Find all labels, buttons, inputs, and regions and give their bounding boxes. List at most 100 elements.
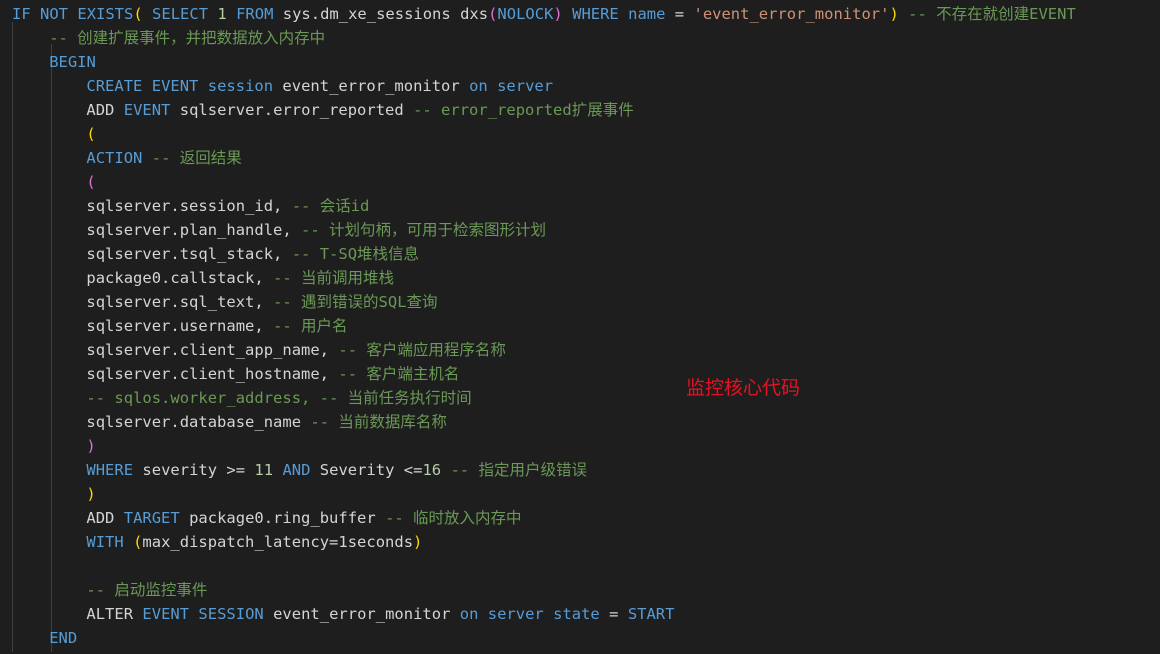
code-token-op bbox=[227, 5, 236, 23]
code-token-cmt: -- 遇到错误的SQL查询 bbox=[273, 293, 438, 311]
code-token-cmt: -- 当前数据库名称 bbox=[310, 413, 447, 431]
code-token-op bbox=[114, 509, 123, 527]
code-line[interactable]: sqlserver.username, -- 用户名 bbox=[0, 314, 1160, 338]
code-token-kw: AND bbox=[282, 461, 311, 479]
code-token-id: package0.callstack, bbox=[86, 269, 264, 287]
code-token-op bbox=[329, 365, 338, 383]
code-token-kw: state bbox=[553, 605, 600, 623]
code-token-op bbox=[488, 77, 497, 95]
code-token-op bbox=[133, 605, 142, 623]
code-token-kw: FROM bbox=[236, 5, 274, 23]
code-token-op bbox=[264, 293, 273, 311]
code-token-num: 11 bbox=[254, 461, 274, 479]
code-token-num: 16 bbox=[422, 461, 442, 479]
code-token-id: sqlserver.error_reported bbox=[179, 101, 404, 119]
code-token-cmt: -- 返回结果 bbox=[151, 149, 242, 167]
code-line[interactable]: ALTER EVENT SESSION event_error_monitor … bbox=[0, 602, 1160, 626]
code-line[interactable]: END bbox=[0, 626, 1160, 650]
code-token-id: Severity bbox=[319, 461, 395, 479]
code-token-op bbox=[208, 5, 217, 23]
code-token-op bbox=[124, 533, 133, 551]
code-token-id: sqlserver.tsql_stack, bbox=[86, 245, 283, 263]
code-line[interactable]: sqlserver.client_app_name, -- 客户端应用程序名称 bbox=[0, 338, 1160, 362]
code-token-op bbox=[68, 5, 77, 23]
code-line[interactable]: ADD TARGET package0.ring_buffer -- 临时放入内… bbox=[0, 506, 1160, 530]
code-token-op bbox=[619, 5, 628, 23]
code-line[interactable]: CREATE EVENT session event_error_monitor… bbox=[0, 74, 1160, 98]
code-token-kw: session bbox=[207, 77, 274, 95]
code-token-cmt: -- 会话id bbox=[291, 197, 370, 215]
code-line[interactable]: sqlserver.session_id, -- 会话id bbox=[0, 194, 1160, 218]
code-token-id: sqlserver.database_name bbox=[86, 413, 302, 431]
code-token-str: 'event_error_monitor' bbox=[693, 5, 890, 23]
code-token-kw: SESSION bbox=[198, 605, 264, 623]
code-line[interactable]: WITH (max_dispatch_latency=1seconds) bbox=[0, 530, 1160, 554]
code-token-kw: on bbox=[469, 77, 488, 95]
code-token-op bbox=[142, 77, 151, 95]
code-line[interactable]: ( bbox=[0, 170, 1160, 194]
code-token-kw: NOLOCK bbox=[497, 5, 554, 23]
code-token-cmt: -- T-SQ堆栈信息 bbox=[291, 245, 420, 263]
code-token-br-y: ) bbox=[86, 485, 96, 503]
code-token-id: sqlserver.plan_handle, bbox=[86, 221, 292, 239]
code-token-br-y: ( bbox=[86, 125, 96, 143]
code-token-kw: IF bbox=[12, 5, 31, 23]
code-line[interactable]: sqlserver.database_name -- 当前数据库名称 bbox=[0, 410, 1160, 434]
code-line[interactable] bbox=[0, 554, 1160, 578]
code-token-kw: on bbox=[459, 605, 479, 623]
code-line[interactable]: -- 启动监控事件 bbox=[0, 578, 1160, 602]
code-token-op bbox=[264, 605, 273, 623]
code-token-op bbox=[600, 605, 609, 623]
code-token-cmt: -- 临时放入内存中 bbox=[385, 509, 522, 527]
code-token-op bbox=[563, 5, 572, 23]
code-token-id: ALTER bbox=[86, 605, 134, 623]
code-line[interactable]: sqlserver.plan_handle, -- 计划句柄，可用于检索图形计划 bbox=[0, 218, 1160, 242]
code-token-op bbox=[899, 5, 908, 23]
code-token-kw: START bbox=[627, 605, 675, 623]
code-token-op bbox=[133, 461, 142, 479]
code-token-op bbox=[618, 605, 627, 623]
code-token-br-y: ( bbox=[133, 5, 143, 23]
code-token-op bbox=[282, 197, 291, 215]
code-token-kw: CREATE bbox=[86, 77, 143, 95]
code-line[interactable]: BEGIN bbox=[0, 50, 1160, 74]
code-token-kw: EVENT bbox=[142, 605, 190, 623]
code-line[interactable]: sqlserver.sql_text, -- 遇到错误的SQL查询 bbox=[0, 290, 1160, 314]
code-token-op bbox=[143, 5, 152, 23]
code-token-id: event_error_monitor bbox=[273, 605, 451, 623]
code-token-op bbox=[282, 245, 291, 263]
code-line[interactable]: sqlserver.tsql_stack, -- T-SQ堆栈信息 bbox=[0, 242, 1160, 266]
code-token-id: sqlserver.username, bbox=[86, 317, 264, 335]
code-line[interactable]: ) bbox=[0, 434, 1160, 458]
code-token-kw: END bbox=[49, 629, 78, 647]
code-token-id: ADD bbox=[86, 509, 115, 527]
code-token-id: sqlserver.sql_text, bbox=[86, 293, 264, 311]
code-token-op bbox=[460, 77, 469, 95]
code-line[interactable]: ACTION -- 返回结果 bbox=[0, 146, 1160, 170]
code-line[interactable]: ( bbox=[0, 122, 1160, 146]
code-token-cmt: -- 用户名 bbox=[273, 317, 348, 335]
code-token-op bbox=[329, 341, 338, 359]
code-token-op: <= bbox=[403, 461, 423, 479]
code-line[interactable]: -- 创建扩展事件，并把数据放入内存中 bbox=[0, 26, 1160, 50]
code-token-op bbox=[264, 317, 273, 335]
code-content[interactable]: IF NOT EXISTS( SELECT 1 FROM sys.dm_xe_s… bbox=[0, 2, 1160, 650]
code-line[interactable]: package0.callstack, -- 当前调用堆栈 bbox=[0, 266, 1160, 290]
code-token-id: severity bbox=[142, 461, 218, 479]
code-token-id: package0.ring_buffer bbox=[189, 509, 376, 527]
code-line[interactable]: WHERE severity >= 11 AND Severity <=16 -… bbox=[0, 458, 1160, 482]
code-line[interactable]: -- sqlos.worker_address, -- 当前任务执行时间 bbox=[0, 386, 1160, 410]
code-line[interactable]: ) bbox=[0, 482, 1160, 506]
code-token-op bbox=[170, 101, 179, 119]
code-token-cmt: -- error_reported扩展事件 bbox=[413, 101, 634, 119]
code-token-cmt: -- 计划句柄，可用于检索图形计划 bbox=[301, 221, 547, 239]
code-token-kw: server bbox=[497, 77, 554, 95]
code-line[interactable]: ADD EVENT sqlserver.error_reported -- er… bbox=[0, 98, 1160, 122]
code-token-kw: EVENT bbox=[123, 101, 171, 119]
code-editor[interactable]: IF NOT EXISTS( SELECT 1 FROM sys.dm_xe_s… bbox=[0, 0, 1160, 654]
code-token-op bbox=[478, 605, 487, 623]
code-token-kw: SELECT bbox=[152, 5, 209, 23]
code-line[interactable]: sqlserver.client_hostname, -- 客户端主机名 bbox=[0, 362, 1160, 386]
code-line[interactable]: IF NOT EXISTS( SELECT 1 FROM sys.dm_xe_s… bbox=[0, 2, 1160, 26]
code-token-cmt: -- 指定用户级错误 bbox=[450, 461, 587, 479]
